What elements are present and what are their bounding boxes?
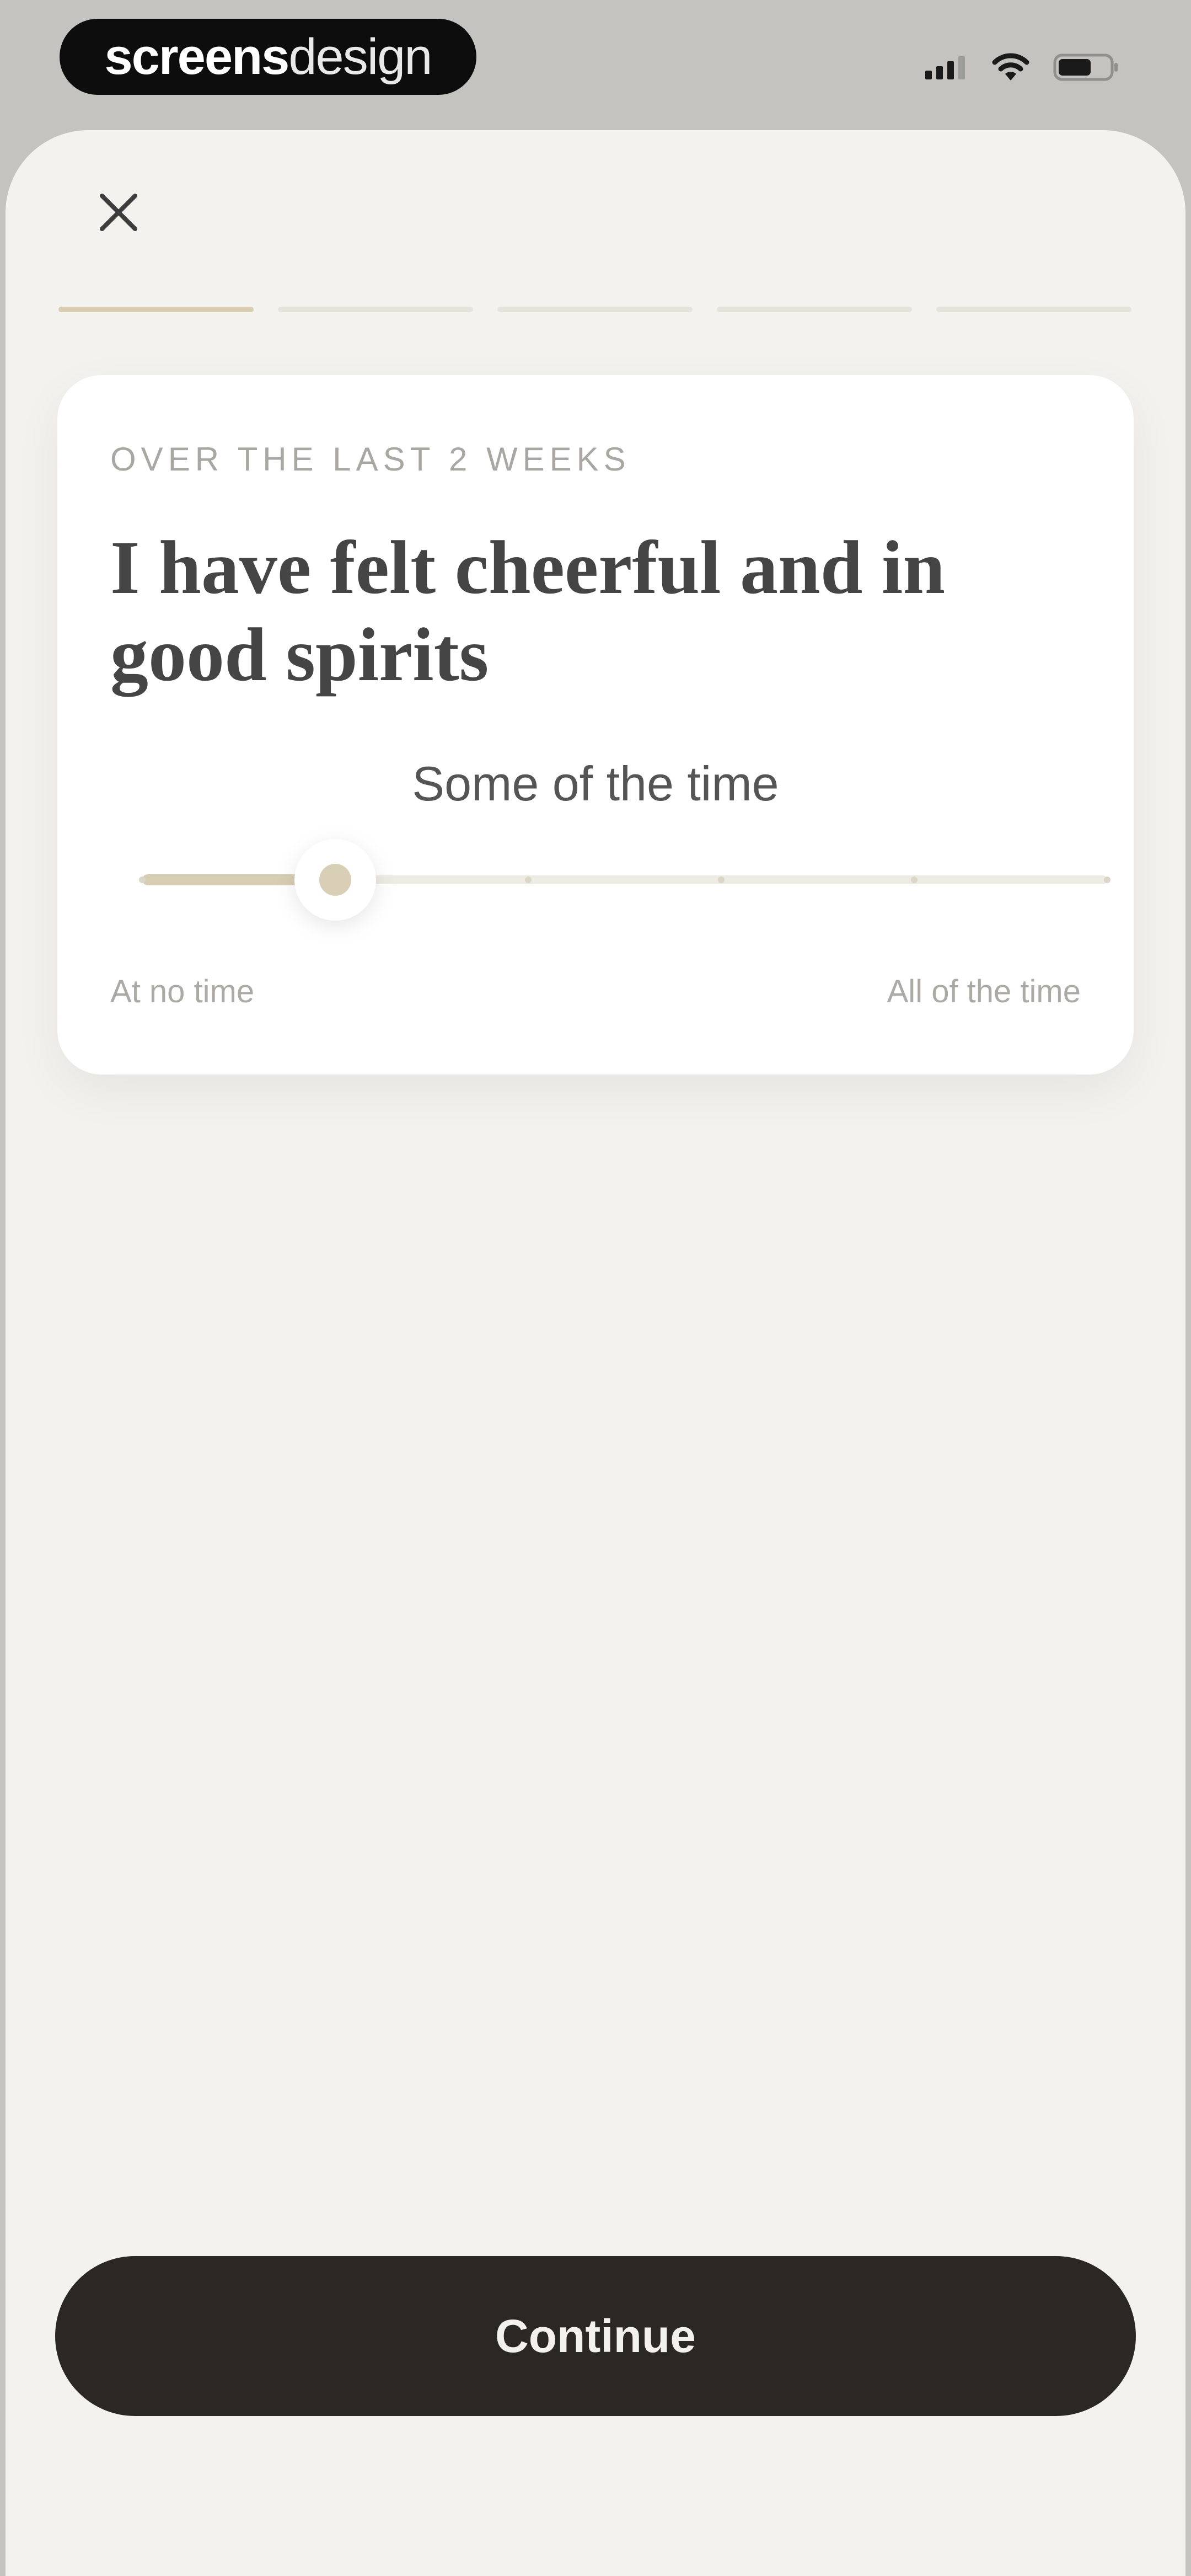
slider-tick (139, 877, 146, 883)
slider-thumb-dot (319, 864, 351, 896)
slider-tick (525, 877, 532, 883)
status-bar: screens design (0, 0, 1191, 127)
slider-tick (911, 877, 918, 883)
continue-button[interactable]: Continue (55, 2256, 1136, 2416)
progress-segment (58, 307, 254, 312)
progress-segment (717, 307, 912, 312)
progress-segment (278, 307, 473, 312)
scale-max-label: All of the time (887, 974, 1081, 1009)
slider-tick (718, 877, 725, 883)
brand-name-bold: screens (104, 28, 290, 85)
slider-tick (1104, 877, 1110, 883)
wifi-icon (992, 53, 1029, 81)
question-text: I have felt cheerful and in good spirits (110, 525, 946, 697)
progress-segment (936, 307, 1131, 312)
close-icon (100, 194, 137, 231)
cellular-signal-icon (925, 56, 965, 79)
status-icons (925, 51, 1119, 84)
brand-logo: screens design (60, 19, 476, 95)
scale-min-label: At no time (110, 974, 255, 1009)
brand-name-light: design (288, 28, 432, 85)
answer-slider[interactable] (139, 825, 1110, 935)
selected-answer-label: Some of the time (412, 756, 779, 811)
step-progress (58, 307, 1131, 317)
question-timeframe: OVER THE LAST 2 WEEKS (110, 441, 631, 478)
close-button[interactable] (88, 182, 149, 243)
battery-icon (1053, 54, 1118, 81)
slider-thumb[interactable] (294, 839, 376, 921)
question-card: OVER THE LAST 2 WEEKS I have felt cheerf… (57, 375, 1134, 1075)
progress-segment (497, 307, 693, 312)
